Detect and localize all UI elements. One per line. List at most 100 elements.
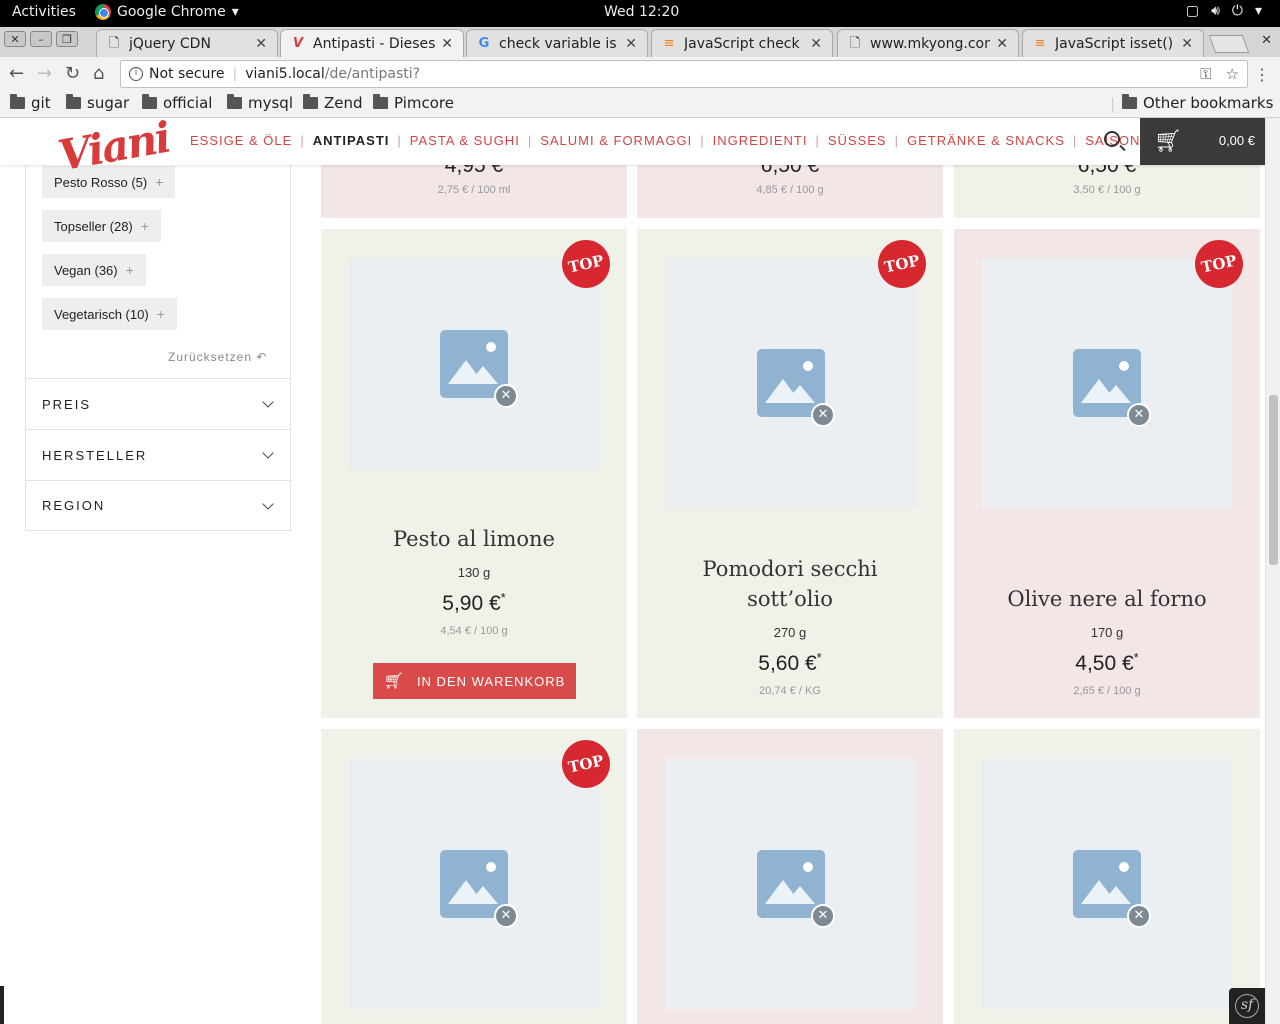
nav-separator: | <box>815 133 820 148</box>
product-card[interactable]: ✕ TOP Pesto al limone 130 g 5,90 €* 4,54… <box>321 229 627 718</box>
close-window-button[interactable]: ✕ <box>4 31 26 47</box>
page-scrollbar[interactable] <box>1265 118 1280 1024</box>
bookmark-folder-zend[interactable]: Zend <box>303 94 363 112</box>
broken-image-icon: ✕ <box>757 850 835 928</box>
bookmark-folder-sugar[interactable]: sugar <box>66 94 129 112</box>
product-image[interactable]: ✕ <box>982 759 1232 1009</box>
product-name[interactable]: Pesto al limone <box>321 524 627 554</box>
close-tab-icon[interactable]: ✕ <box>1181 36 1193 52</box>
close-tab-icon[interactable]: ✕ <box>810 36 822 52</box>
bookmark-folder-git[interactable]: git <box>10 94 51 112</box>
search-icon[interactable] <box>1104 131 1120 147</box>
nav-suesses[interactable]: SÜSSES <box>828 133 887 148</box>
minimize-window-button[interactable]: – <box>30 31 52 47</box>
folder-icon <box>227 94 242 109</box>
facet-region[interactable]: REGION <box>26 480 292 531</box>
product-unit-price: 4,85 € / 100 g <box>756 184 824 196</box>
close-tab-icon[interactable]: ✕ <box>625 36 637 52</box>
add-to-cart-button[interactable]: 🛒︎ IN DEN WARENKORB <box>373 663 576 699</box>
tab-title: check variable is se <box>499 35 619 52</box>
scrollbar-thumb[interactable] <box>1269 395 1278 565</box>
maximize-window-button[interactable]: ❐ <box>56 31 78 47</box>
product-image[interactable]: ✕ <box>982 259 1232 507</box>
folder-icon <box>142 94 157 109</box>
bookmark-folder-mysql[interactable]: mysql <box>227 94 293 112</box>
app-menu[interactable]: Google Chrome ▾ <box>95 4 239 20</box>
reset-label: Zurücksetzen <box>168 350 253 364</box>
info-icon[interactable]: i <box>129 67 143 81</box>
product-card[interactable]: ✕ TOP Olive nere al forno 170 g 4,50 €* … <box>954 229 1260 718</box>
bookmark-folder-pimcore[interactable]: Pimcore <box>373 94 454 112</box>
product-unit-price: 2,65 € / 100 g <box>1073 685 1141 697</box>
tab-antipasti[interactable]: V Antipasti - Dieses ✕ <box>280 29 464 57</box>
price-footnote-mark: * <box>500 590 506 605</box>
close-icon[interactable]: ✕ <box>1261 33 1272 48</box>
edge-widget <box>0 986 4 1024</box>
reset-filters-link[interactable]: Zurücksetzen ↶ <box>168 350 267 364</box>
product-image[interactable]: ✕ <box>349 759 599 1009</box>
product-price: 5,90 € <box>442 592 501 615</box>
address-bar[interactable]: i Not secure | viani5.local/de/antipasti… <box>120 60 1248 88</box>
nav-separator: | <box>397 133 402 148</box>
filter-tag-topseller[interactable]: Topseller (28) + <box>42 210 161 242</box>
nav-ingredienti[interactable]: INGREDIENTI <box>713 133 808 148</box>
plus-icon: + <box>156 306 165 322</box>
folder-icon <box>66 94 81 109</box>
new-tab-button[interactable] <box>1208 35 1250 53</box>
price-footnote-mark: * <box>1133 650 1139 665</box>
facet-preis[interactable]: PREIS <box>26 378 292 429</box>
close-tab-icon[interactable]: ✕ <box>996 36 1008 52</box>
cart-total: 0,00 € <box>1218 133 1255 148</box>
chevron-down-icon: ▾ <box>231 4 239 20</box>
facet-hersteller[interactable]: HERSTELLER <box>26 429 292 480</box>
tab-jquery-cdn[interactable]: 🗋︎ jQuery CDN ✕ <box>96 29 278 57</box>
stackoverflow-icon: ≡ <box>663 35 675 51</box>
back-button[interactable]: ← <box>9 63 24 84</box>
filter-tag-vegan[interactable]: Vegan (36) + <box>42 254 146 286</box>
product-card[interactable]: ✕ <box>637 729 943 1024</box>
nav-separator: | <box>1072 133 1078 148</box>
nav-pasta-sughi[interactable]: PASTA & SUGHI <box>410 133 520 148</box>
product-image[interactable]: ✕ <box>349 259 599 469</box>
tab-stackoverflow-2[interactable]: ≡ JavaScript isset() ✕ <box>1022 29 1204 57</box>
tab-stackoverflow-1[interactable]: ≡ JavaScript check if ✕ <box>651 29 833 57</box>
nav-separator: | <box>300 133 305 148</box>
system-tray[interactable]: ▢ 🔊︎ ⏻ ▾ <box>1186 3 1262 19</box>
tab-google-search[interactable]: G check variable is se ✕ <box>466 29 648 57</box>
product-card[interactable]: ✕ <box>954 729 1260 1024</box>
nav-essige-oele[interactable]: ESSIGE & ÖLE <box>190 133 292 148</box>
product-image[interactable]: ✕ <box>666 759 916 1009</box>
product-card[interactable]: ✕ TOP <box>321 729 627 1024</box>
separator: | <box>232 66 238 82</box>
nav-getraenke-snacks[interactable]: GETRÄNKE & SNACKS <box>907 133 1065 148</box>
tab-mkyong[interactable]: 🗋︎ www.mkyong.com ✕ <box>837 29 1019 57</box>
web-page: Pesto Rosso (5) + Topseller (28) + Vegan (… <box>0 118 1265 1024</box>
product-unit-price: 20,74 € / KG <box>759 685 821 697</box>
key-icon[interactable]: ⚿ <box>1200 65 1211 83</box>
symfony-toolbar-toggle[interactable]: sf <box>1229 988 1265 1024</box>
product-name[interactable]: Olive nere al forno <box>954 584 1260 614</box>
nav-antipasti[interactable]: ANTIPASTI <box>313 133 390 148</box>
nav-salumi-formaggi[interactable]: SALUMI & FORMAGGI <box>540 133 692 148</box>
product-unit-price: 4,54 € / 100 g <box>440 625 508 637</box>
bookmark-star-icon[interactable]: ☆ <box>1226 65 1239 83</box>
product-image[interactable]: ✕ <box>666 259 916 507</box>
forward-button[interactable]: → <box>37 63 52 84</box>
chrome-menu-icon[interactable]: ⋮ <box>1254 65 1270 84</box>
close-tab-icon[interactable]: ✕ <box>255 36 267 52</box>
reload-button[interactable]: ↻ <box>65 63 80 84</box>
power-icon: ⏻ <box>1231 3 1243 19</box>
activities-button[interactable]: Activities <box>12 4 76 20</box>
add-to-cart-label: IN DEN WARENKORB <box>416 673 566 689</box>
bookmark-folder-official[interactable]: official <box>142 94 212 112</box>
mini-cart[interactable]: 🛒︎ 0,00 € <box>1140 118 1265 165</box>
other-bookmarks[interactable]: Other bookmarks <box>1122 94 1273 112</box>
filter-tag-vegetarisch[interactable]: Vegetarisch (10) + <box>42 298 177 330</box>
clock[interactable]: Wed 12:20 <box>604 4 679 20</box>
tab-title: JavaScript check if <box>684 35 805 52</box>
chevron-down-icon <box>262 396 274 408</box>
home-button[interactable]: ⌂ <box>93 63 104 84</box>
product-name[interactable]: Pomodori secchi sott’olio <box>637 554 943 614</box>
product-card[interactable]: ✕ TOP Pomodori secchi sott’olio 270 g 5,… <box>637 229 943 718</box>
close-tab-icon[interactable]: ✕ <box>441 36 453 52</box>
